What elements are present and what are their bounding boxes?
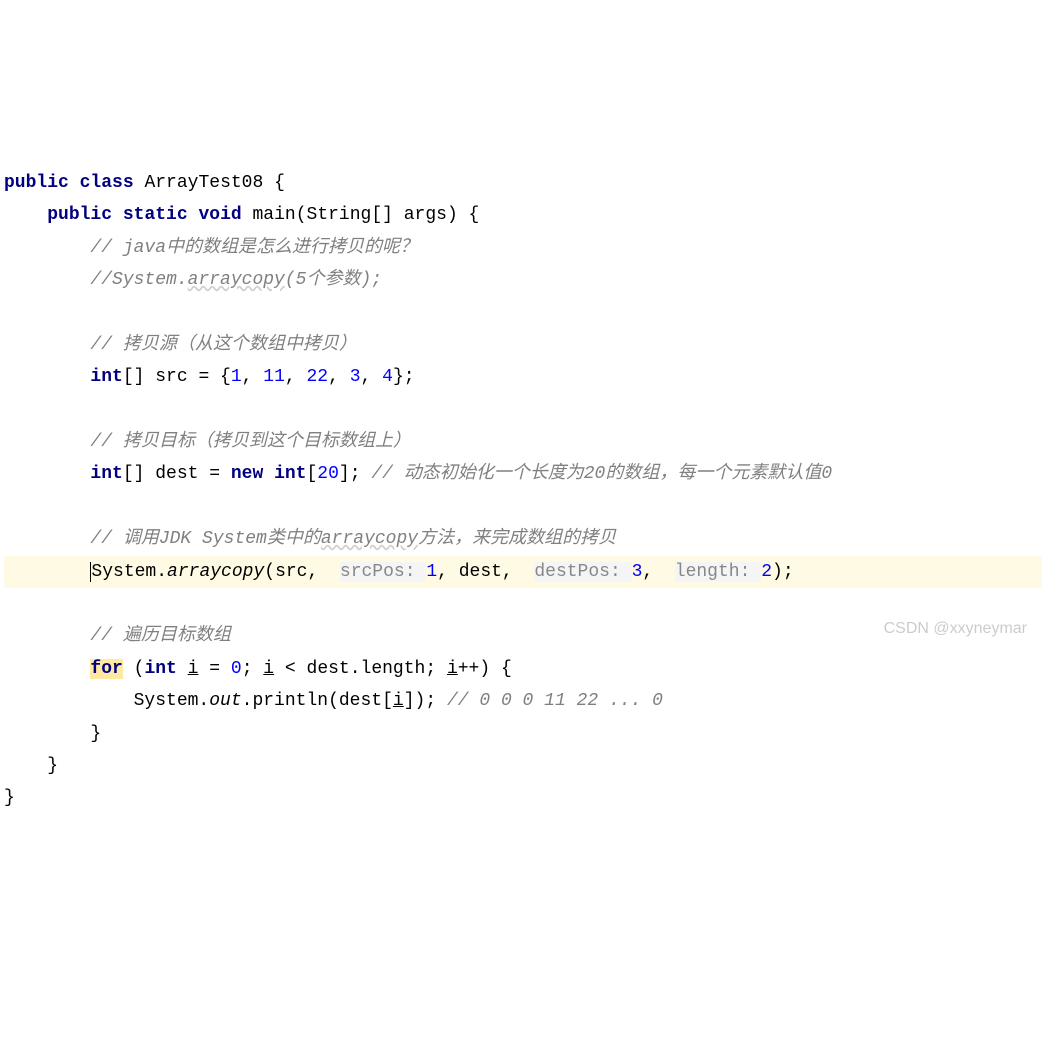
brace: } <box>4 788 15 808</box>
class-name: ArrayTest08 <box>144 173 263 193</box>
comment-line: // java中的数组是怎么进行拷贝的呢？ <box>90 238 418 258</box>
class-declaration: public class ArrayTest08 { <box>4 173 285 193</box>
comment-line: //System.arraycopy(5个参数); <box>90 270 382 290</box>
code-block: public class ArrayTest08 { public static… <box>0 135 1042 815</box>
src-declaration: int[] src = {1, 11, 22, 3, 4}; <box>90 367 414 387</box>
highlighted-line: System.arraycopy(src, srcPos: 1, dest, d… <box>4 556 1042 588</box>
comment-line: // 调用JDK System类中的arraycopy方法，来完成数组的拷贝 <box>90 529 616 549</box>
method-name: main <box>253 205 296 225</box>
kw-public: public <box>47 205 112 225</box>
brace: } <box>90 724 101 744</box>
comment-line: // 拷贝源（从这个数组中拷贝） <box>90 335 356 355</box>
println-call: System.out.println(dest[i]); // 0 0 0 11… <box>134 691 663 711</box>
main-method: public static void main(String[] args) { <box>47 205 479 225</box>
kw-void: void <box>198 205 241 225</box>
brace: } <box>47 756 58 776</box>
kw-static: static <box>123 205 188 225</box>
comment-line: // 遍历目标数组 <box>90 626 230 646</box>
kw-int: int <box>90 367 122 387</box>
arraycopy-call: System.arraycopy(src, srcPos: 1, dest, d… <box>90 562 793 582</box>
kw-class: class <box>80 173 134 193</box>
for-loop: for (int i = 0; i < dest.length; i++) { <box>90 659 511 679</box>
brace: { <box>263 173 285 193</box>
params: (String[] args) { <box>296 205 480 225</box>
dest-declaration: int[] dest = new int[20]; // 动态初始化一个长度为2… <box>90 464 832 484</box>
watermark: CSDN @xxyneymar <box>884 615 1027 644</box>
param-hint-srcpos: srcPos: <box>340 562 426 582</box>
kw-public: public <box>4 173 69 193</box>
param-hint-destpos: destPos: <box>534 562 631 582</box>
param-hint-length: length: <box>675 562 761 582</box>
comment-line: // 拷贝目标（拷贝到这个目标数组上） <box>90 432 410 452</box>
